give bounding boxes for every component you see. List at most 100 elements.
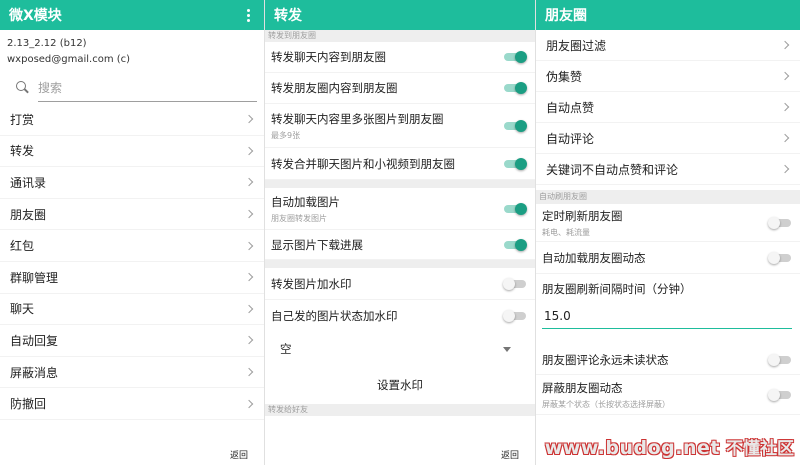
chevron-right-icon [244, 178, 254, 187]
chevron-right-icon [244, 273, 254, 282]
app-bar: 转发 [265, 0, 535, 30]
search-input[interactable]: 搜索 [16, 74, 257, 102]
toggle-switch[interactable] [503, 277, 527, 290]
nav-item-label: 聊天 [10, 302, 35, 317]
setting-sublabel: 屏蔽某个状态（长按状态选择屏蔽） [542, 399, 670, 409]
nav-item-block-messages[interactable]: 屏蔽消息 [0, 357, 264, 389]
refresh-interval-input[interactable]: 15.0 [536, 304, 800, 328]
chevron-right-icon [244, 304, 254, 314]
nav-item-moments-filter[interactable]: 朋友圈过滤 [536, 30, 800, 61]
nav-item-auto-comment[interactable]: 自动评论 [536, 123, 800, 154]
setting-watermark-own[interactable]: 自己发的图片状态加水印 [265, 300, 535, 332]
nav-item-tip[interactable]: 打赏 [0, 104, 264, 136]
chevron-right-icon [780, 133, 790, 143]
back-label: 返回 [500, 450, 519, 461]
setting-label: 转发聊天内容到朋友圈 [271, 50, 386, 64]
toggle-switch[interactable] [503, 157, 527, 170]
more-vert-icon[interactable] [241, 8, 255, 22]
main-nav-list: 打赏 转发 通讯录 朋友圈 红包 群聊管理 聊天 自动回复 屏蔽消息 防撤回 [0, 104, 264, 420]
nav-item-label: 朋友圈过滤 [546, 38, 607, 53]
set-watermark-label: 设置水印 [377, 378, 423, 392]
nav-item-anti-recall[interactable]: 防撤回 [0, 388, 264, 420]
setting-label: 转发朋友圈内容到朋友圈 [271, 81, 398, 95]
section-header: 自动刷朋友圈 [536, 190, 800, 204]
nav-item-keyword-exclude[interactable]: 关键词不自动点赞和评论 [536, 154, 800, 185]
page-title: 转发 [274, 8, 302, 24]
nav-item-label: 打赏 [10, 112, 35, 127]
watermark-select[interactable]: 空 [265, 332, 535, 366]
dropdown-arrow-icon [503, 346, 511, 352]
toggle-switch[interactable] [503, 82, 527, 94]
nav-item-forward[interactable]: 转发 [0, 136, 264, 168]
setting-sublabel: 最多9张 [271, 130, 301, 140]
toggle-switch[interactable] [503, 238, 527, 251]
section-divider [265, 180, 535, 188]
setting-watermark-forward[interactable]: 转发图片加水印 [265, 268, 535, 300]
toggle-switch[interactable] [768, 251, 792, 264]
nav-item-label: 屏蔽消息 [10, 365, 59, 380]
forward-panel: 转发 转发到朋友圈 转发聊天内容到朋友圈 转发朋友圈内容到朋友圈 转发聊天内容里… [264, 0, 535, 465]
nav-item-fake-likes[interactable]: 伪集赞 [536, 61, 800, 92]
setting-show-download-progress[interactable]: 显示图片下载进展 [265, 230, 535, 260]
nav-item-group-chat[interactable]: 群聊管理 [0, 262, 264, 294]
nav-item-label: 伪集赞 [546, 69, 583, 84]
setting-auto-load-moments[interactable]: 自动加载朋友圈动态 [536, 242, 800, 274]
section-divider [265, 260, 535, 268]
toggle-switch[interactable] [768, 353, 792, 366]
search-icon [16, 81, 30, 95]
setting-forward-multi-images[interactable]: 转发聊天内容里多张图片到朋友圈最多9张 [265, 104, 535, 148]
toggle-switch[interactable] [503, 310, 527, 322]
app-bar: 朋友圈 [536, 0, 800, 30]
nav-item-moments[interactable]: 朋友圈 [0, 199, 264, 231]
back-button[interactable]: 返回 [0, 443, 264, 465]
nav-item-label: 自动回复 [10, 333, 59, 348]
setting-forward-chat[interactable]: 转发聊天内容到朋友圈 [265, 42, 535, 73]
set-watermark-button[interactable]: 设置水印 [265, 366, 535, 404]
toggle-switch[interactable] [503, 51, 527, 63]
setting-label: 转发聊天内容里多张图片到朋友圈 [271, 111, 444, 126]
toggle-switch[interactable] [503, 119, 527, 132]
setting-label: 自动加载图片 [271, 194, 340, 209]
nav-item-label: 自动评论 [546, 131, 595, 146]
search-placeholder: 搜索 [38, 81, 63, 95]
nav-item-label: 群聊管理 [10, 270, 59, 285]
setting-sublabel: 耗电、耗流量 [542, 227, 590, 237]
toggle-switch[interactable] [768, 216, 792, 229]
chevron-right-icon [244, 336, 254, 345]
chevron-right-icon [780, 71, 790, 81]
section-header: 转发给好友 [265, 404, 535, 416]
setting-label: 朋友圈刷新间隔时间（分钟） [542, 282, 692, 296]
nav-item-label: 防撤回 [10, 397, 47, 412]
setting-forward-moments[interactable]: 转发朋友圈内容到朋友圈 [265, 73, 535, 104]
setting-label: 自己发的图片状态加水印 [271, 309, 398, 323]
setting-label: 自动加载朋友圈动态 [542, 250, 646, 265]
back-button[interactable]: 返回 [265, 443, 535, 465]
setting-timed-refresh[interactable]: 定时刷新朋友圈 耗电、耗流量 [536, 204, 800, 242]
nav-item-auto-like[interactable]: 自动点赞 [536, 92, 800, 123]
setting-label: 转发图片加水印 [271, 276, 352, 291]
setting-label: 朋友圈评论永远未读状态 [542, 352, 669, 367]
setting-forward-merged-media[interactable]: 转发合并聊天图片和小视频到朋友圈 [265, 148, 535, 180]
nav-item-label: 朋友圈 [10, 207, 47, 222]
site-watermark: www.budog.net 不懂社区 [545, 434, 794, 459]
toggle-switch[interactable] [503, 202, 527, 215]
chevron-right-icon [244, 399, 254, 408]
app-title: 微X模块 [9, 8, 62, 24]
nav-item-auto-reply[interactable]: 自动回复 [0, 325, 264, 357]
nav-item-label: 自动点赞 [546, 100, 595, 115]
toggle-switch[interactable] [768, 388, 792, 401]
setting-block-moments[interactable]: 屏蔽朋友圈动态 屏蔽某个状态（长按状态选择屏蔽） [536, 375, 800, 415]
chevron-right-icon [780, 164, 790, 174]
chevron-right-icon [244, 241, 254, 250]
section-header: 转发到朋友圈 [265, 30, 535, 42]
nav-item-red-packet[interactable]: 红包 [0, 230, 264, 262]
setting-label: 显示图片下载进展 [271, 237, 363, 252]
chevron-right-icon [780, 40, 790, 50]
chevron-right-icon [244, 367, 254, 377]
chevron-right-icon [244, 209, 254, 219]
setting-sublabel: 朋友圈转发图片 [271, 213, 327, 223]
nav-item-chat[interactable]: 聊天 [0, 294, 264, 326]
setting-comments-unread[interactable]: 朋友圈评论永远未读状态 [536, 345, 800, 375]
nav-item-contacts[interactable]: 通讯录 [0, 167, 264, 199]
setting-auto-load-images[interactable]: 自动加载图片朋友圈转发图片 [265, 188, 535, 230]
